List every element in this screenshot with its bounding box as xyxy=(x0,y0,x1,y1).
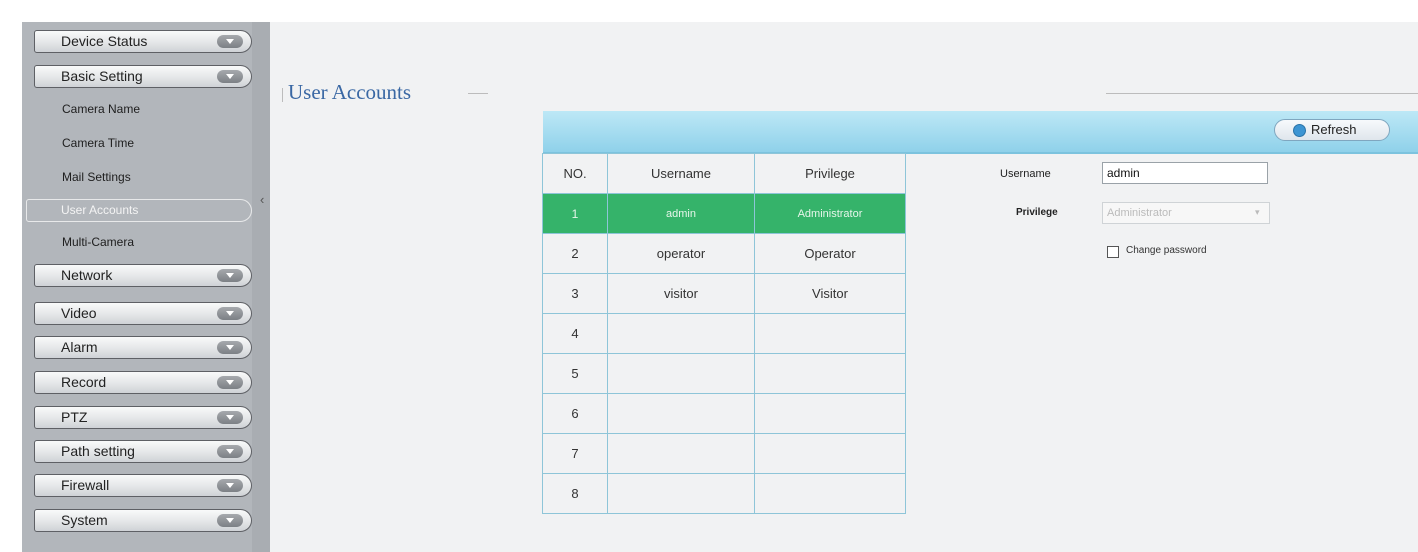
submenu-camera-time[interactable]: Camera Time xyxy=(62,136,134,150)
menu-network[interactable]: Network xyxy=(34,264,252,287)
menu-label: Video xyxy=(61,305,97,321)
collapse-caret-icon[interactable]: ‹ xyxy=(260,192,264,207)
cell-privilege: Visitor xyxy=(754,273,906,314)
sidebar: Device Status Basic Setting Camera Name … xyxy=(22,22,270,552)
chevron-down-icon xyxy=(217,445,243,458)
table-row[interactable]: 3 visitor Visitor xyxy=(542,273,906,314)
cell-privilege: Administrator xyxy=(754,193,906,234)
privilege-label: Privilege xyxy=(1016,207,1058,218)
cell-username xyxy=(607,433,755,474)
username-label: Username xyxy=(1000,168,1051,180)
chevron-down-icon xyxy=(217,341,243,354)
refresh-icon xyxy=(1293,124,1306,137)
cell-username: admin xyxy=(607,193,755,234)
menu-label: Firewall xyxy=(61,477,110,493)
menu-video[interactable]: Video xyxy=(34,302,252,325)
menu-firewall[interactable]: Firewall xyxy=(34,474,252,497)
menu-label: System xyxy=(61,512,108,528)
cell-username: operator xyxy=(607,233,755,274)
sidebar-edge xyxy=(252,22,270,552)
menu-basic-setting[interactable]: Basic Setting xyxy=(34,65,252,88)
table-row[interactable]: 5 xyxy=(542,353,906,394)
submenu-multi-camera[interactable]: Multi-Camera xyxy=(62,235,134,249)
table-row[interactable]: 6 xyxy=(542,393,906,434)
cell-privilege xyxy=(754,353,906,394)
cell-no: 4 xyxy=(542,313,608,354)
cell-privilege xyxy=(754,313,906,354)
chevron-down-icon xyxy=(217,411,243,424)
chevron-down-icon xyxy=(217,307,243,320)
table-row[interactable]: 4 xyxy=(542,313,906,354)
table-row[interactable]: 8 xyxy=(542,473,906,514)
cell-no: 5 xyxy=(542,353,608,394)
cell-username xyxy=(607,473,755,514)
menu-label: Record xyxy=(61,374,107,390)
table-row[interactable]: 2 operator Operator xyxy=(542,233,906,274)
change-password-label: Change password xyxy=(1126,245,1207,256)
cell-privilege xyxy=(754,433,906,474)
menu-label: Device Status xyxy=(61,33,148,49)
cell-username xyxy=(607,393,755,434)
submenu-user-accounts[interactable]: User Accounts xyxy=(26,199,252,222)
cell-no: 3 xyxy=(542,273,608,314)
cell-no: 7 xyxy=(542,433,608,474)
title-divider xyxy=(1106,93,1418,94)
cell-privilege xyxy=(754,473,906,514)
user-accounts-table: NO. Username Privilege 1 admin Administr… xyxy=(542,153,906,514)
table-header-row: NO. Username Privilege xyxy=(542,153,906,194)
privilege-select[interactable]: Administrator ▾ xyxy=(1102,202,1270,224)
menu-label: Network xyxy=(61,267,113,283)
table-row[interactable]: 7 xyxy=(542,433,906,474)
header-privilege: Privilege xyxy=(754,153,906,194)
menu-device-status[interactable]: Device Status xyxy=(34,30,252,53)
chevron-down-icon xyxy=(217,376,243,389)
page-title: User Accounts xyxy=(288,80,412,104)
title-divider xyxy=(468,93,488,94)
cell-username: visitor xyxy=(607,273,755,314)
chevron-down-icon xyxy=(217,35,243,48)
cell-no: 8 xyxy=(542,473,608,514)
chevron-down-icon xyxy=(217,70,243,83)
header-username: Username xyxy=(607,153,755,194)
menu-label: Basic Setting xyxy=(61,68,143,84)
username-field[interactable]: admin xyxy=(1102,162,1268,184)
cell-privilege xyxy=(754,393,906,434)
menu-system[interactable]: System xyxy=(34,509,252,532)
menu-label: PTZ xyxy=(61,409,88,425)
cell-no: 1 xyxy=(542,193,608,234)
dropdown-arrow-icon: ▾ xyxy=(1255,207,1260,217)
chevron-down-icon xyxy=(217,479,243,492)
privilege-value: Administrator xyxy=(1107,207,1172,219)
menu-label: Path setting xyxy=(61,443,135,459)
cell-username xyxy=(607,313,755,354)
menu-ptz[interactable]: PTZ xyxy=(34,406,252,429)
menu-alarm[interactable]: Alarm xyxy=(34,336,252,359)
cell-no: 2 xyxy=(542,233,608,274)
menu-path-setting[interactable]: Path setting xyxy=(34,440,252,463)
change-password-checkbox[interactable] xyxy=(1107,246,1119,258)
submenu-camera-name[interactable]: Camera Name xyxy=(62,102,140,116)
menu-record[interactable]: Record xyxy=(34,371,252,394)
table-row[interactable]: 1 admin Administrator xyxy=(542,193,906,234)
menu-label: Alarm xyxy=(61,339,98,355)
refresh-button[interactable]: Refresh xyxy=(1274,119,1390,141)
cell-username xyxy=(607,353,755,394)
chevron-down-icon xyxy=(217,514,243,527)
chevron-down-icon xyxy=(217,269,243,282)
cell-no: 6 xyxy=(542,393,608,434)
submenu-mail-settings[interactable]: Mail Settings xyxy=(62,170,131,184)
refresh-label: Refresh xyxy=(1311,122,1357,137)
title-divider xyxy=(282,88,283,102)
cell-privilege: Operator xyxy=(754,233,906,274)
header-no: NO. xyxy=(542,153,608,194)
